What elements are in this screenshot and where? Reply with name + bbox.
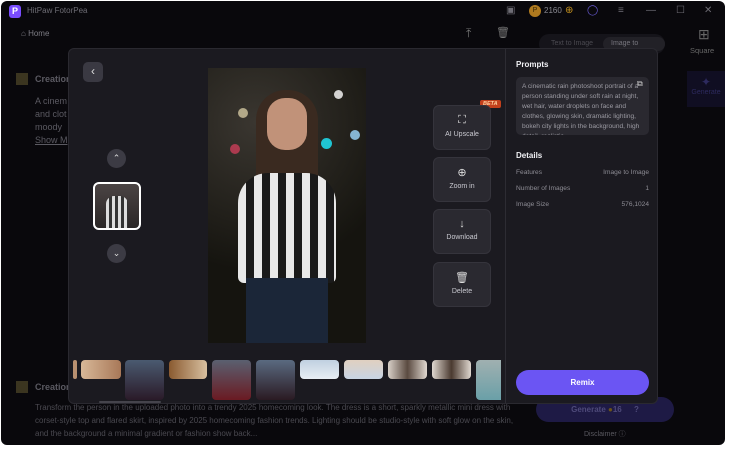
show-more-link[interactable]: Show M bbox=[35, 134, 68, 147]
detail-features: Features Image to Image bbox=[516, 169, 649, 176]
home-icon: ⌂ bbox=[21, 29, 29, 38]
thumbnail[interactable] bbox=[125, 360, 164, 400]
preview-image bbox=[208, 68, 366, 343]
thumbnail[interactable] bbox=[300, 360, 339, 379]
image-preview-modal: ‹ ⌃ ⌄ BETA ⛶ AI Upscale ⊕ Zoom in ↓ Downloa… bbox=[68, 48, 658, 404]
scroll-down-button[interactable]: ⌄ bbox=[107, 244, 126, 263]
ai-upscale-button[interactable]: ⛶ AI Upscale bbox=[433, 105, 491, 150]
detail-number-of-images: Number of Images 1 bbox=[516, 185, 649, 192]
coin-icon: P bbox=[529, 5, 541, 17]
creation-text: A cinem and clot moody Show M bbox=[35, 96, 68, 147]
thumbnail[interactable] bbox=[81, 360, 121, 379]
title-bar: P HitPaw FotorPea ▣ P 2160 ⊕ ◯ ≡ — ☐ ✕ bbox=[1, 1, 725, 23]
remix-button[interactable]: Remix bbox=[516, 370, 649, 395]
creation-prompt-text: Transform the person in the uploaded pho… bbox=[35, 403, 514, 438]
back-button[interactable]: ‹ bbox=[83, 62, 103, 82]
discord-icon[interactable]: ▣ bbox=[506, 5, 515, 16]
thumbnail[interactable] bbox=[344, 360, 383, 379]
thumbnail-strip[interactable] bbox=[73, 357, 501, 403]
thumbnail[interactable] bbox=[388, 360, 427, 379]
thumbnail[interactable] bbox=[212, 360, 251, 400]
prompts-heading: Prompts bbox=[516, 60, 549, 69]
thumbnail[interactable] bbox=[432, 360, 471, 379]
expand-icon: ⛶ bbox=[458, 114, 466, 126]
creation-title: Creation bbox=[35, 74, 72, 84]
zoom-in-icon: ⊕ bbox=[457, 167, 467, 179]
square-label[interactable]: Square bbox=[690, 46, 714, 55]
menu-icon[interactable]: ≡ bbox=[618, 5, 624, 16]
account-icon[interactable]: ◯ bbox=[587, 5, 598, 16]
thumbnail[interactable] bbox=[256, 360, 295, 400]
trash-icon: 🗑 bbox=[455, 272, 469, 284]
generate-tab[interactable]: ✦ Generate bbox=[687, 71, 725, 107]
app-window: P HitPaw FotorPea ▣ P 2160 ⊕ ◯ ≡ — ☐ ✕ ⌂… bbox=[1, 1, 725, 445]
thumbnail-scrollbar[interactable] bbox=[99, 401, 161, 403]
details-heading: Details bbox=[516, 151, 543, 160]
creation-thumb bbox=[16, 73, 28, 85]
creation-title-2: Creation bbox=[35, 382, 72, 392]
detail-image-size: Image Size 576,1024 bbox=[516, 201, 649, 208]
home-label: Home bbox=[28, 29, 50, 38]
close-icon[interactable]: ✕ bbox=[704, 5, 712, 16]
app-logo: P bbox=[9, 5, 21, 18]
maximize-icon[interactable]: ☐ bbox=[676, 5, 685, 16]
copy-icon[interactable]: ⧉ bbox=[637, 79, 643, 89]
details-panel: Prompts A cinematic rain photoshoot port… bbox=[505, 49, 658, 403]
download-button[interactable]: ↓ Download bbox=[433, 209, 491, 254]
home-link[interactable]: ⌂ Home bbox=[21, 29, 49, 38]
credits-count: 2160 bbox=[544, 6, 562, 15]
upload-icon[interactable]: ⤒ bbox=[466, 26, 471, 41]
delete-button[interactable]: 🗑 Delete bbox=[433, 262, 491, 307]
add-credits-icon[interactable]: ⊕ bbox=[565, 5, 573, 16]
selected-thumbnail[interactable] bbox=[93, 182, 141, 230]
square-icon: ⊞ bbox=[698, 26, 710, 42]
creation-thumb-2 bbox=[16, 381, 28, 393]
scroll-up-button[interactable]: ⌃ bbox=[107, 149, 126, 168]
generate-tab-label: Generate bbox=[691, 89, 721, 96]
minimize-icon[interactable]: — bbox=[646, 5, 656, 16]
thumbnail[interactable] bbox=[476, 360, 501, 400]
disclaimer-link[interactable]: Disclaimer ⓘ bbox=[584, 429, 626, 439]
download-icon: ↓ bbox=[459, 218, 465, 230]
thumbnail[interactable] bbox=[169, 360, 207, 379]
prompt-text: A cinematic rain photoshoot portrait of … bbox=[516, 77, 649, 135]
app-title: HitPaw FotorPea bbox=[27, 6, 88, 15]
zoom-in-button[interactable]: ⊕ Zoom in bbox=[433, 157, 491, 202]
trash-icon[interactable]: 🗑 bbox=[496, 26, 510, 39]
